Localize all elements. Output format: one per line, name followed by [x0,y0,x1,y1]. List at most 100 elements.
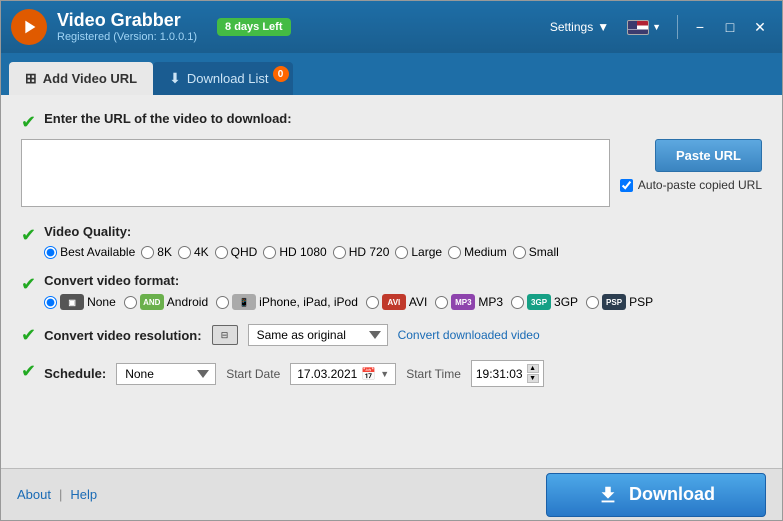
start-date-label: Start Date [226,367,280,381]
schedule-select[interactable]: None [116,363,216,385]
tab-add-video-url[interactable]: ⊞ Add Video URL [9,62,153,95]
quality-label-large: Large [411,245,442,259]
avi-format-icon: AVI [382,294,406,310]
quality-option-qhd[interactable]: QHD [215,245,258,259]
start-date-input[interactable]: 17.03.2021 📅 ▼ [290,363,396,385]
url-input[interactable] [21,139,610,207]
quality-radio-small[interactable] [513,246,526,259]
format-option-android[interactable]: AND Android [124,294,208,310]
maximize-button[interactable]: □ [718,15,742,39]
convert-downloaded-link[interactable]: Convert downloaded video [398,328,540,342]
format-option-iphone[interactable]: 📱 iPhone, iPad, iPod [216,294,358,310]
date-dropdown-icon: ▼ [380,369,389,379]
quality-label-8k: 8K [157,245,172,259]
quality-radio-hd720[interactable] [333,246,346,259]
flag-icon [627,20,649,35]
quality-option-hd720[interactable]: HD 720 [333,245,390,259]
url-textarea-wrapper [21,139,610,210]
time-spin-down[interactable]: ▼ [527,374,539,383]
iphone-format-icon: 📱 [232,294,256,310]
paste-url-button[interactable]: Paste URL [655,139,762,172]
settings-button[interactable]: Settings ▼ [544,16,615,38]
quality-option-small[interactable]: Small [513,245,559,259]
tab-bar: ⊞ Add Video URL ⬇ Download List 0 [1,53,782,95]
schedule-content: Schedule: None Start Date 17.03.2021 📅 ▼… [44,360,544,387]
tab-download-list[interactable]: ⬇ Download List 0 [153,62,292,95]
format-label: Convert video format: [44,273,179,288]
resolution-select[interactable]: Same as original [248,324,388,346]
bottom-separator: | [59,487,62,502]
format-option-3gp[interactable]: 3GP 3GP [511,294,578,310]
format-option-none[interactable]: ▣ None [44,294,116,310]
quality-option-8k[interactable]: 8K [141,245,172,259]
settings-chevron-icon: ▼ [597,20,609,34]
quality-radio-qhd[interactable] [215,246,228,259]
auto-paste-text: Auto-paste copied URL [638,178,762,192]
quality-content: Video Quality: Best Available 8K 4K [44,224,559,259]
auto-paste-checkbox[interactable] [620,179,633,192]
schedule-label: Schedule: [44,366,106,381]
quality-label-medium: Medium [464,245,507,259]
trial-badge: 8 days Left [217,18,290,36]
format-label-psp: PSP [629,295,653,309]
quality-option-best[interactable]: Best Available [44,245,135,259]
resolution-icon: ⊟ [212,325,238,345]
format-label-avi: AVI [409,295,427,309]
quality-radio-best[interactable] [44,246,57,259]
mp3-format-icon: MP3 [451,294,475,310]
download-list-tab-icon: ⬇ [169,70,181,87]
app-window: Video Grabber Registered (Version: 1.0.0… [0,0,783,521]
bottom-bar: About | Help Download [1,468,782,520]
format-label-iphone: iPhone, iPad, iPod [259,295,358,309]
quality-radio-large[interactable] [395,246,408,259]
download-button[interactable]: Download [546,473,766,517]
format-radio-none[interactable] [44,296,57,309]
tab-download-list-label: Download List [187,71,269,86]
format-radio-mp3[interactable] [435,296,448,309]
quality-label-4k: 4K [194,245,209,259]
help-link[interactable]: Help [70,487,97,502]
android-format-icon: AND [140,294,164,310]
main-content: ✔ Enter the URL of the video to download… [1,95,782,468]
lang-chevron-icon: ▼ [652,22,661,32]
format-radio-avi[interactable] [366,296,379,309]
quality-option-4k[interactable]: 4K [178,245,209,259]
quality-label-hd1080: HD 1080 [279,245,326,259]
format-option-avi[interactable]: AVI AVI [366,294,427,310]
format-section: ✔ Convert video format: ▣ None AND Andro… [21,273,762,310]
about-link[interactable]: About [17,487,51,502]
time-value: 19:31:03 [476,367,523,381]
format-options-row: ▣ None AND Android 📱 iPhone, iPad, iPod [44,294,653,310]
auto-paste-label[interactable]: Auto-paste copied URL [620,178,762,192]
format-radio-psp[interactable] [586,296,599,309]
url-label-row: ✔ Enter the URL of the video to download… [21,111,762,133]
title-separator [677,15,678,39]
quality-option-hd1080[interactable]: HD 1080 [263,245,326,259]
quality-label-small: Small [529,245,559,259]
quality-radio-medium[interactable] [448,246,461,259]
schedule-section: ✔ Schedule: None Start Date 17.03.2021 📅… [21,360,762,387]
title-bar: Video Grabber Registered (Version: 1.0.0… [1,1,782,53]
start-time-label: Start Time [406,367,461,381]
minimize-button[interactable]: − [688,15,712,39]
format-option-mp3[interactable]: MP3 MP3 [435,294,503,310]
format-radio-3gp[interactable] [511,296,524,309]
format-radio-iphone[interactable] [216,296,229,309]
settings-label: Settings [550,20,593,34]
quality-radio-hd1080[interactable] [263,246,276,259]
app-subtitle: Registered (Version: 1.0.0.1) [57,31,197,43]
format-option-psp[interactable]: PSP PSP [586,294,653,310]
none-format-icon: ▣ [60,294,84,310]
format-check-icon: ✔ [21,274,36,295]
quality-radio-4k[interactable] [178,246,191,259]
quality-radio-8k[interactable] [141,246,154,259]
quality-option-medium[interactable]: Medium [448,245,507,259]
calendar-icon[interactable]: 📅 [361,367,376,381]
start-time-input[interactable]: 19:31:03 ▲ ▼ [471,360,544,387]
format-radio-android[interactable] [124,296,137,309]
time-spin-up[interactable]: ▲ [527,364,539,373]
close-button[interactable]: ✕ [748,15,772,39]
language-button[interactable]: ▼ [621,16,667,39]
schedule-check-icon: ✔ [21,361,36,382]
quality-option-large[interactable]: Large [395,245,442,259]
